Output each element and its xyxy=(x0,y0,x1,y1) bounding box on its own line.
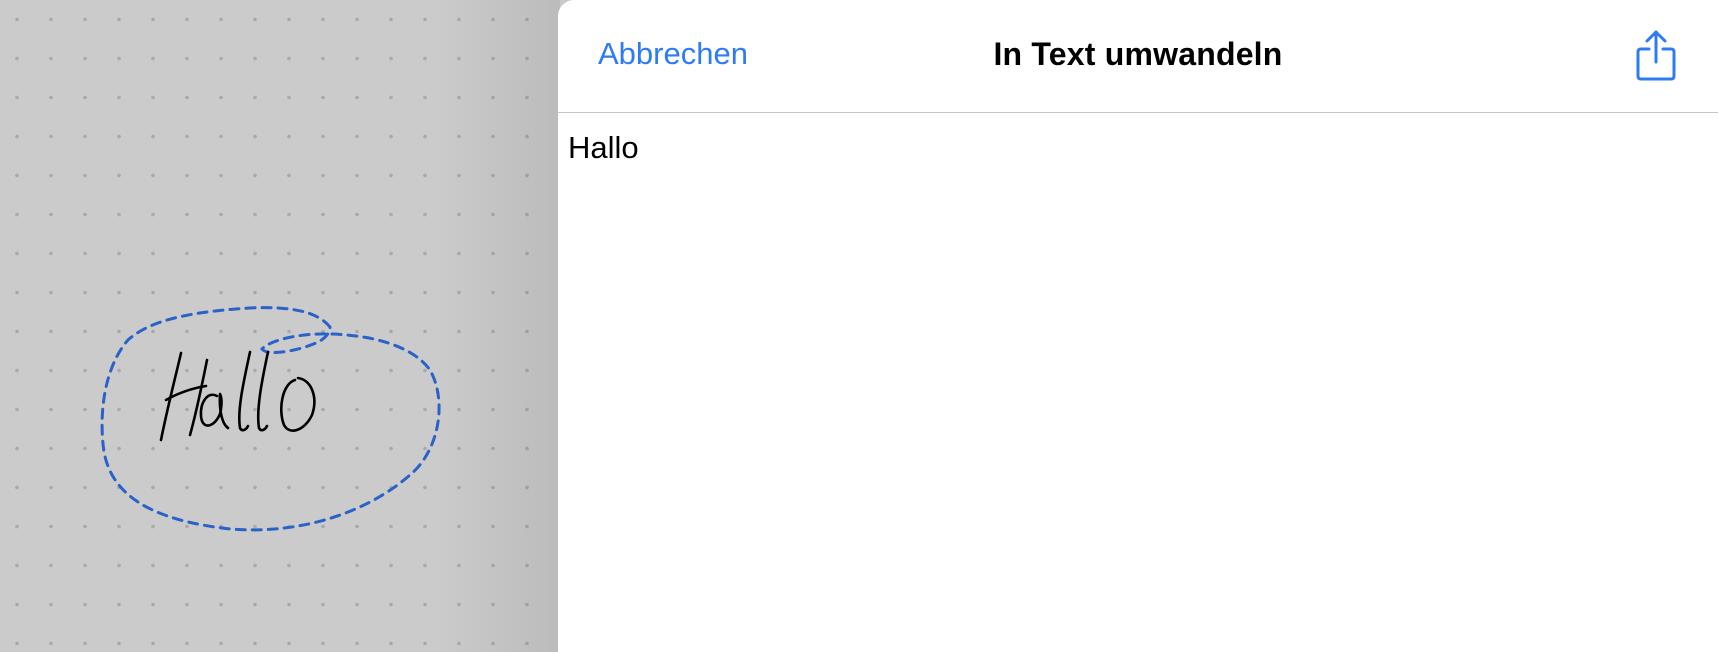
share-icon xyxy=(1636,30,1676,81)
canvas-drawing xyxy=(100,306,441,532)
convert-to-text-sheet: Abbrechen In Text umwandeln Hallo xyxy=(558,0,1718,652)
notes-canvas[interactable] xyxy=(0,0,560,652)
page-title: In Text umwandeln xyxy=(993,36,1283,72)
navigation-bar: Abbrechen In Text umwandeln xyxy=(558,0,1718,113)
share-button[interactable] xyxy=(1634,28,1678,82)
recognized-text[interactable]: Hallo xyxy=(568,130,639,166)
lasso-selection[interactable] xyxy=(100,306,441,532)
handwriting-hallo xyxy=(159,350,316,442)
